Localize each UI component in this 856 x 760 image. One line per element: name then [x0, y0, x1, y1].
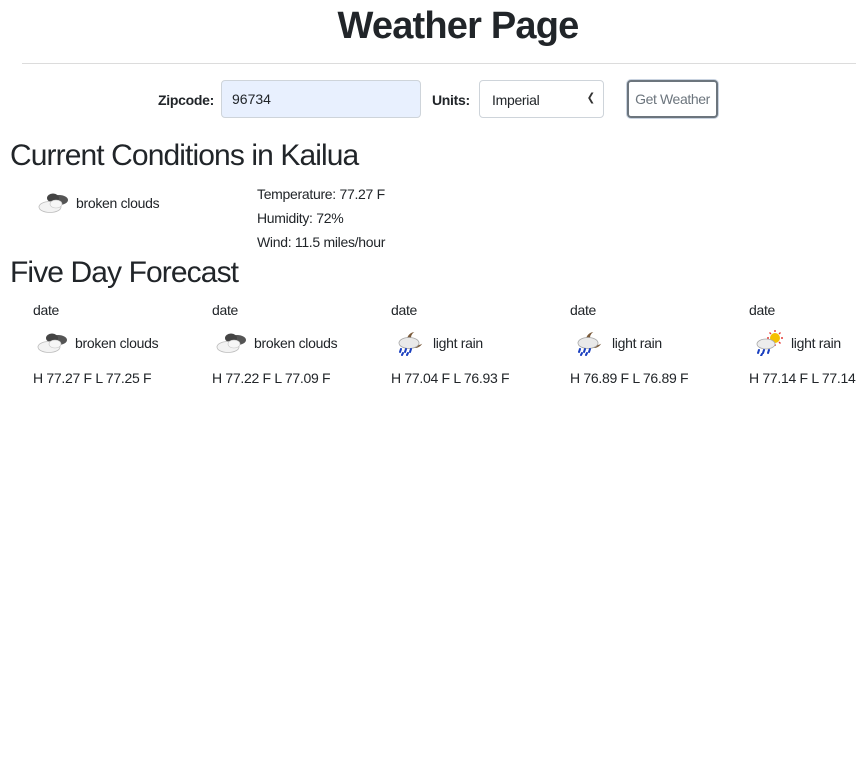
zipcode-input[interactable] [221, 80, 421, 118]
forecast-heading: Five Day Forecast [10, 256, 239, 289]
forecast-date: date [749, 302, 776, 318]
broken-clouds-icon [38, 193, 68, 213]
forecast-date: date [391, 302, 418, 318]
current-temperature: Temperature: 77.27 F [257, 186, 385, 202]
broken-clouds-icon [37, 333, 67, 353]
forecast-high-low: H 77.27 F L 77.25 F [33, 370, 152, 386]
weather-form: Zipcode: Units: Imperial ❮ Get Weather [0, 80, 856, 120]
forecast-high-low: H 77.04 F L 76.93 F [391, 370, 510, 386]
light-rain-day-icon [756, 330, 783, 356]
light-rain-night-icon [577, 331, 604, 356]
page-title: Weather Page [337, 5, 579, 47]
zipcode-label: Zipcode: [158, 92, 214, 108]
light-rain-night-icon [398, 331, 425, 356]
current-humidity: Humidity: 72% [257, 210, 344, 226]
forecast-date: date [33, 302, 60, 318]
current-description: broken clouds [76, 195, 160, 211]
forecast-description: broken clouds [254, 335, 338, 351]
forecast-date: date [570, 302, 597, 318]
broken-clouds-icon [216, 333, 246, 353]
header-divider [22, 63, 856, 64]
units-label: Units: [432, 92, 470, 108]
forecast-description: broken clouds [75, 335, 159, 351]
forecast-day: date light rain H 77.14 F L 77.14 F [749, 300, 856, 386]
forecast-high-low: H 77.14 F L 77.14 F [749, 370, 856, 386]
current-details: Temperature: 77.27 F Humidity: 72% Wind:… [257, 182, 385, 254]
forecast-description: light rain [433, 335, 483, 351]
chevron-down-icon: ❮ [586, 92, 595, 104]
forecast-high-low: H 76.89 F L 76.89 F [570, 370, 689, 386]
forecast-date: date [212, 302, 239, 318]
get-weather-button[interactable]: Get Weather [627, 80, 718, 118]
forecast-description: light rain [791, 335, 841, 351]
forecast-day: date broken clouds H 77.27 F L 77.25 F [33, 300, 203, 386]
current-wind: Wind: 11.5 miles/hour [257, 234, 386, 250]
current-weather-summary: broken clouds [36, 188, 160, 218]
forecast-high-low: H 77.22 F L 77.09 F [212, 370, 331, 386]
forecast-day: date light rain H 77.04 F L 76.93 F [391, 300, 561, 386]
forecast-day: date light rain H 76.89 F L 76.89 F [570, 300, 740, 386]
units-selected-value: Imperial [492, 92, 540, 108]
current-conditions-heading: Current Conditions in Kailua [10, 139, 359, 172]
forecast-day: date broken clouds H 77.22 F L 77.09 F [212, 300, 382, 386]
forecast-description: light rain [612, 335, 662, 351]
units-select[interactable]: Imperial ❮ [479, 80, 604, 118]
